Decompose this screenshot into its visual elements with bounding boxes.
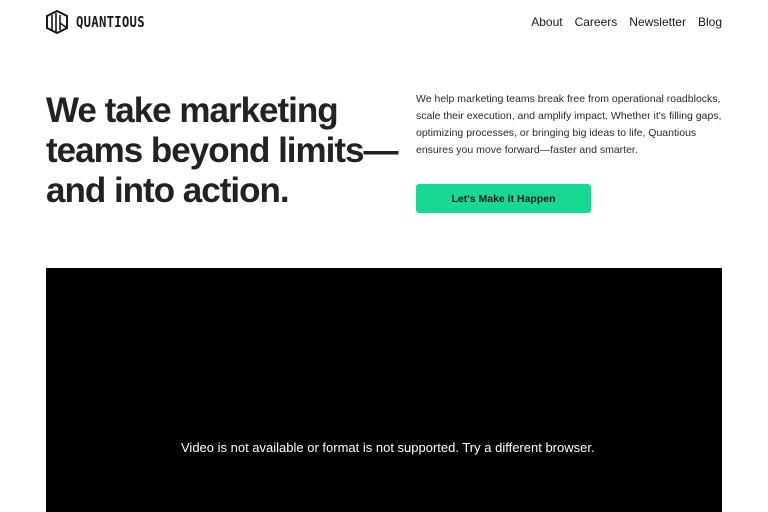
brand-name: QUANTIOUS: [76, 13, 145, 31]
video-player[interactable]: Video is not available or format is not …: [46, 268, 722, 512]
nav-link-about[interactable]: About: [531, 15, 562, 29]
nav-link-newsletter[interactable]: Newsletter: [629, 15, 686, 29]
nav-link-careers[interactable]: Careers: [575, 15, 618, 29]
main-nav: About Careers Newsletter Blog: [531, 15, 722, 29]
hero-description: We help marketing teams break free from …: [416, 93, 722, 156]
home-logo-link[interactable]: QUANTIOUS: [46, 10, 160, 34]
video-unavailable-message: Video is not available or format is not …: [181, 440, 595, 455]
hero-headline: We take marketing teams beyond limits—an…: [46, 91, 398, 210]
page: QUANTIOUS About Careers Newsletter Blog …: [0, 0, 768, 512]
nav-link-blog[interactable]: Blog: [698, 15, 722, 29]
site-header: QUANTIOUS About Careers Newsletter Blog: [46, 9, 722, 35]
make-it-happen-button[interactable]: Let's Make it Happen: [416, 184, 591, 213]
quantious-cube-icon: [46, 10, 68, 34]
